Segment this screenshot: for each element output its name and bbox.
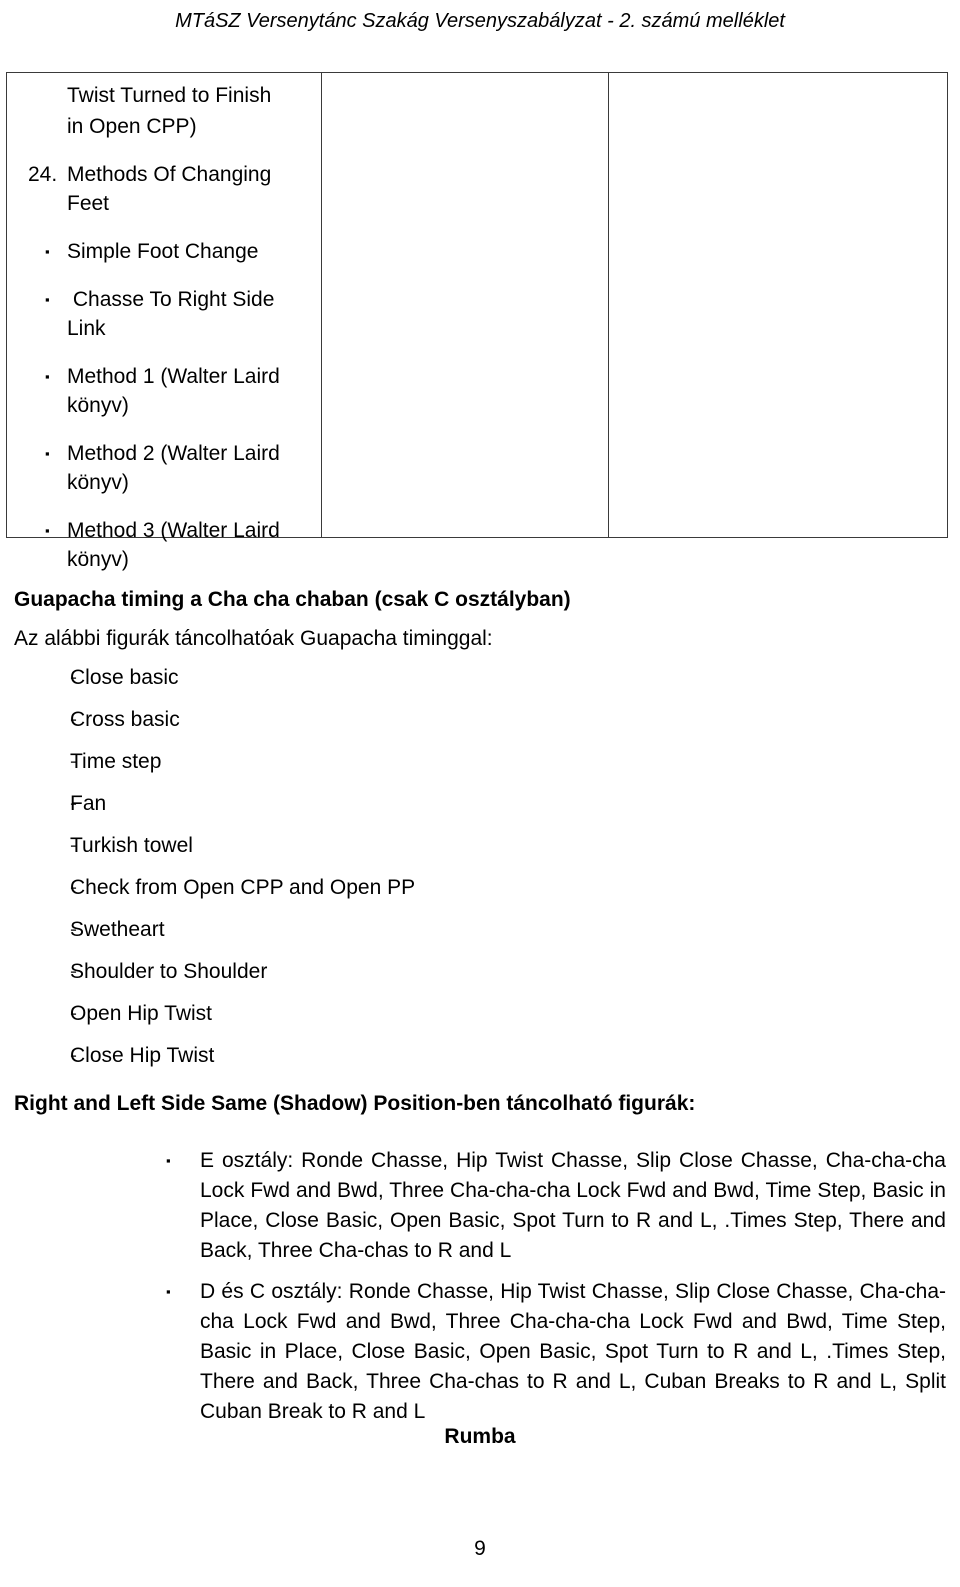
dash-bullet-icon: -: [70, 666, 77, 689]
dash-bullet-icon: -: [70, 918, 77, 941]
table-item-text: Methods Of Changing Feet: [67, 163, 278, 215]
table-bullet-label: Method 2 (Walter Laird könyv): [67, 442, 286, 494]
square-bullet-icon: ▪: [166, 1284, 171, 1299]
square-bullet-icon: ▪: [166, 1153, 171, 1168]
list-item: - Shoulder to Shoulder: [0, 957, 700, 986]
list-item: ▪ E osztály: Ronde Chasse, Hip Twist Cha…: [0, 1146, 960, 1266]
table-column-figures: Twist Turned to Finish in Open CPP) 24. …: [7, 73, 322, 571]
figures-table: Twist Turned to Finish in Open CPP) 24. …: [6, 72, 948, 571]
table-continuation-line-2: in Open CPP): [67, 115, 197, 138]
table-bullet-label: Method 1 (Walter Laird könyv): [67, 365, 286, 417]
list-item-label: Fan: [70, 792, 107, 815]
list-item-paragraph: D és C osztály: Ronde Chasse, Hip Twist …: [200, 1280, 946, 1423]
table-bullet-label: Method 3 (Walter Laird könyv): [67, 519, 286, 571]
dash-bullet-icon: -: [70, 708, 77, 731]
square-bullet-icon: ▪: [45, 446, 50, 461]
list-item: - Close basic: [0, 663, 700, 692]
table-bullet-item: ▪ Method 3 (Walter Laird könyv): [13, 516, 315, 574]
table-column-middle: [322, 73, 609, 537]
shadow-position-heading: Right and Left Side Same (Shadow) Positi…: [14, 1092, 696, 1115]
rumba-heading: Rumba: [444, 1425, 516, 1448]
shadow-position-list: ▪ E osztály: Ronde Chasse, Hip Twist Cha…: [0, 1146, 960, 1438]
list-item: - Swetheart: [0, 915, 700, 944]
list-item-label: Time step: [70, 750, 162, 773]
guapacha-heading: Guapacha timing a Cha cha chaban (csak C…: [14, 588, 571, 611]
list-item-label: Swetheart: [70, 918, 165, 941]
list-item-label: Check from Open CPP and Open PP: [70, 876, 416, 899]
list-item-label: Shoulder to Shoulder: [70, 960, 268, 983]
list-item: - Time step: [0, 747, 700, 776]
document-header: MTáSZ Versenytánc Szakág Versenyszabályz…: [0, 8, 960, 34]
dash-bullet-icon: -: [70, 792, 77, 815]
table-column-right: [609, 73, 947, 537]
square-bullet-icon: ▪: [45, 244, 50, 259]
list-item: - Turkish towel: [0, 831, 700, 860]
list-item: ▪ D és C osztály: Ronde Chasse, Hip Twis…: [0, 1277, 960, 1427]
dash-bullet-icon: -: [70, 1044, 77, 1067]
table-bullet-label: Chasse To Right Side Link: [67, 288, 281, 340]
dash-bullet-icon: -: [70, 960, 77, 983]
list-item: - Fan: [0, 789, 700, 818]
list-item: - Check from Open CPP and Open PP: [0, 873, 700, 902]
list-item-label: Cross basic: [70, 708, 180, 731]
square-bullet-icon: ▪: [45, 523, 50, 538]
table-item-number: 24.: [28, 163, 58, 186]
list-item: - Close Hip Twist: [0, 1041, 700, 1070]
table-continuation-line-1: Twist Turned to Finish: [67, 84, 272, 107]
table-bullet-item: ▪ Chasse To Right Side Link: [13, 285, 315, 343]
guapacha-figure-list: - Close basic - Cross basic - Time step …: [0, 663, 700, 1083]
dash-bullet-icon: -: [70, 834, 77, 857]
guapacha-intro: Az alábbi figurák táncolhatóak Guapacha …: [14, 627, 493, 650]
dash-bullet-icon: -: [70, 876, 77, 899]
square-bullet-icon: ▪: [45, 369, 50, 384]
dash-bullet-icon: -: [70, 750, 77, 773]
document-header-title: MTáSZ Versenytánc Szakág Versenyszabályz…: [175, 10, 785, 32]
list-item-label: Close basic: [70, 666, 179, 689]
list-item-label: Turkish towel: [70, 834, 193, 857]
table-bullet-label: Simple Foot Change: [67, 240, 259, 263]
list-item-label: Open Hip Twist: [70, 1002, 213, 1025]
table-bullet-item: ▪ Method 1 (Walter Laird könyv): [13, 362, 315, 420]
table-numbered-item: 24. Methods Of Changing Feet: [13, 160, 315, 218]
table-bullet-item: ▪ Simple Foot Change: [13, 237, 315, 266]
dash-bullet-icon: -: [70, 1002, 77, 1025]
table-bullet-item: ▪ Method 2 (Walter Laird könyv): [13, 439, 315, 497]
list-item-paragraph: E osztály: Ronde Chasse, Hip Twist Chass…: [200, 1149, 946, 1262]
list-item: - Cross basic: [0, 705, 700, 734]
list-item: - Open Hip Twist: [0, 999, 700, 1028]
page-number: 9: [474, 1537, 486, 1560]
list-item-label: Close Hip Twist: [70, 1044, 215, 1067]
square-bullet-icon: ▪: [45, 292, 50, 307]
